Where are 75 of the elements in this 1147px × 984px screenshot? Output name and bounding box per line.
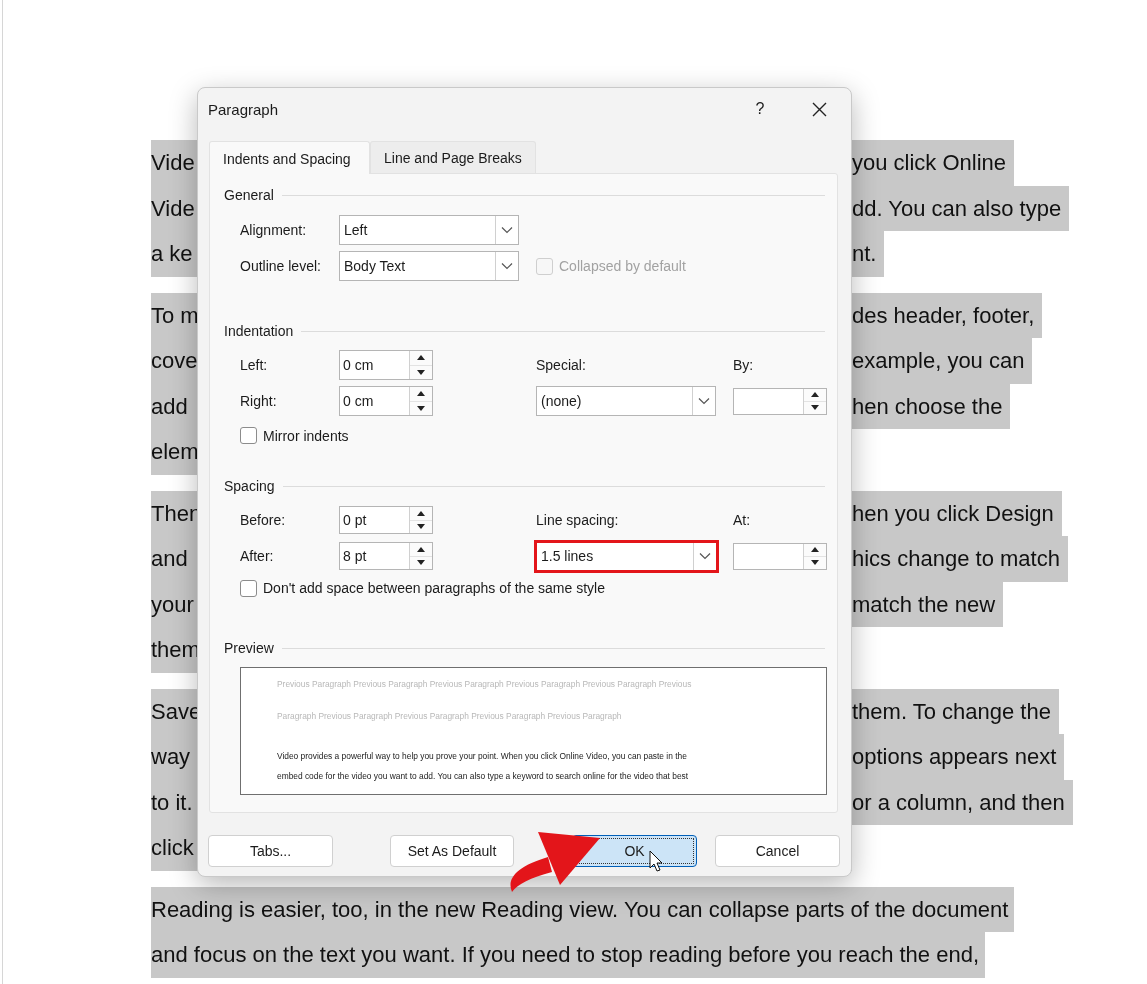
dialog-title: Paragraph	[208, 100, 280, 118]
down-triangle-icon	[811, 405, 819, 410]
spin-field[interactable]: 0 pt	[339, 506, 433, 534]
up-triangle-icon	[417, 355, 425, 361]
up-triangle-icon	[417, 391, 425, 397]
preview-text: embed code for the video you want to add. You can also type a keyword to search online for the video that best	[277, 770, 690, 783]
text-fragment: match the new	[852, 581, 1004, 627]
up-triangle-icon	[811, 547, 819, 552]
preview-text: Previous Paragraph Previous Paragraph Previous Paragraph Previous Paragraph Previous Paragraph Previous	[277, 678, 693, 691]
spin-up-button[interactable]	[410, 387, 432, 401]
field-label: After:	[240, 548, 274, 564]
dropdown[interactable]: (none)	[536, 386, 716, 416]
chevron-icon	[698, 397, 710, 405]
spin-field[interactable]: 0 cm	[339, 386, 433, 416]
tab[interactable]: Indents and Spacing	[209, 141, 370, 174]
spin-up-button[interactable]	[410, 507, 432, 520]
text-fragment: nt.	[852, 231, 885, 277]
text-fragment: or a column, and then	[852, 779, 1073, 825]
text-fragment: example, you can	[852, 338, 1033, 384]
text-fragment: them. To change the	[852, 688, 1059, 734]
help-button[interactable]: ?	[750, 100, 770, 118]
spin-field[interactable]: 0 cm	[339, 350, 433, 380]
checkbox-label: Don't add space between paragraphs of the same style	[263, 580, 605, 596]
checkbox-label: Mirror indents	[263, 427, 349, 444]
preview-text: Paragraph Previous Paragraph Previous Paragraph Previous Paragraph Previous Paragraph	[277, 710, 623, 723]
text-fragment: hics change to match	[852, 536, 1068, 582]
tab[interactable]: Line and Page Breaks	[370, 141, 536, 173]
dialog-button[interactable]: Tabs...	[208, 835, 333, 867]
chevron-icon	[501, 226, 513, 234]
field-label: At:	[733, 512, 751, 528]
spin-up-button[interactable]	[410, 543, 432, 556]
dialog-button[interactable]: Set As Default	[390, 835, 514, 867]
field-label: Special:	[536, 357, 586, 373]
up-triangle-icon	[811, 392, 819, 397]
mouse-pointer-icon	[649, 850, 663, 872]
text-fragment: options appears next	[852, 734, 1065, 780]
down-triangle-icon	[417, 405, 425, 411]
field-label: Left:	[240, 357, 268, 373]
dropdown[interactable]: Left	[339, 215, 519, 245]
section-heading: General	[224, 187, 274, 203]
spin-field[interactable]: 8 pt	[339, 542, 433, 570]
spin-field[interactable]	[733, 387, 827, 415]
spin-up-button[interactable]	[410, 351, 432, 365]
down-triangle-icon	[417, 560, 425, 566]
dropdown[interactable]: 1.5 lines	[534, 539, 719, 573]
field-label: Right:	[240, 393, 277, 409]
field-label: Outline level:	[240, 258, 321, 274]
section-heading: Indentation	[224, 323, 294, 339]
text-fragment: you click Online	[852, 140, 1015, 186]
text-fragment: hen choose the	[852, 383, 1011, 429]
text-fragment: hen you click Design	[852, 490, 1062, 536]
checkbox-label: Collapsed by default	[559, 258, 686, 274]
chevron-icon	[699, 552, 711, 560]
field-label: Line spacing:	[536, 512, 619, 528]
chevron-icon	[501, 262, 513, 270]
text-fragment: des header, footer,	[852, 292, 1043, 338]
section-heading: Preview	[224, 640, 274, 656]
field-label: Before:	[240, 512, 286, 528]
dropdown[interactable]: Body Text	[339, 251, 519, 281]
checkbox[interactable]	[240, 579, 257, 597]
close-icon[interactable]	[812, 101, 827, 117]
down-triangle-icon	[417, 369, 425, 375]
spin-up-button[interactable]	[804, 543, 826, 556]
spin-field[interactable]	[733, 542, 827, 570]
checkbox[interactable]	[240, 427, 257, 444]
down-triangle-icon	[811, 560, 819, 565]
spin-up-button[interactable]	[804, 388, 826, 401]
preview-text: Video provides a powerful way to help you prove your point. When you click Online Video, you can paste in the	[277, 750, 688, 763]
up-triangle-icon	[417, 546, 425, 552]
text-fragment: dd. You can also type	[852, 185, 1070, 231]
down-triangle-icon	[417, 524, 425, 530]
field-label: By:	[733, 357, 754, 373]
section-heading: Spacing	[224, 478, 275, 494]
up-triangle-icon	[417, 510, 425, 516]
dialog-button[interactable]: Cancel	[715, 835, 840, 867]
